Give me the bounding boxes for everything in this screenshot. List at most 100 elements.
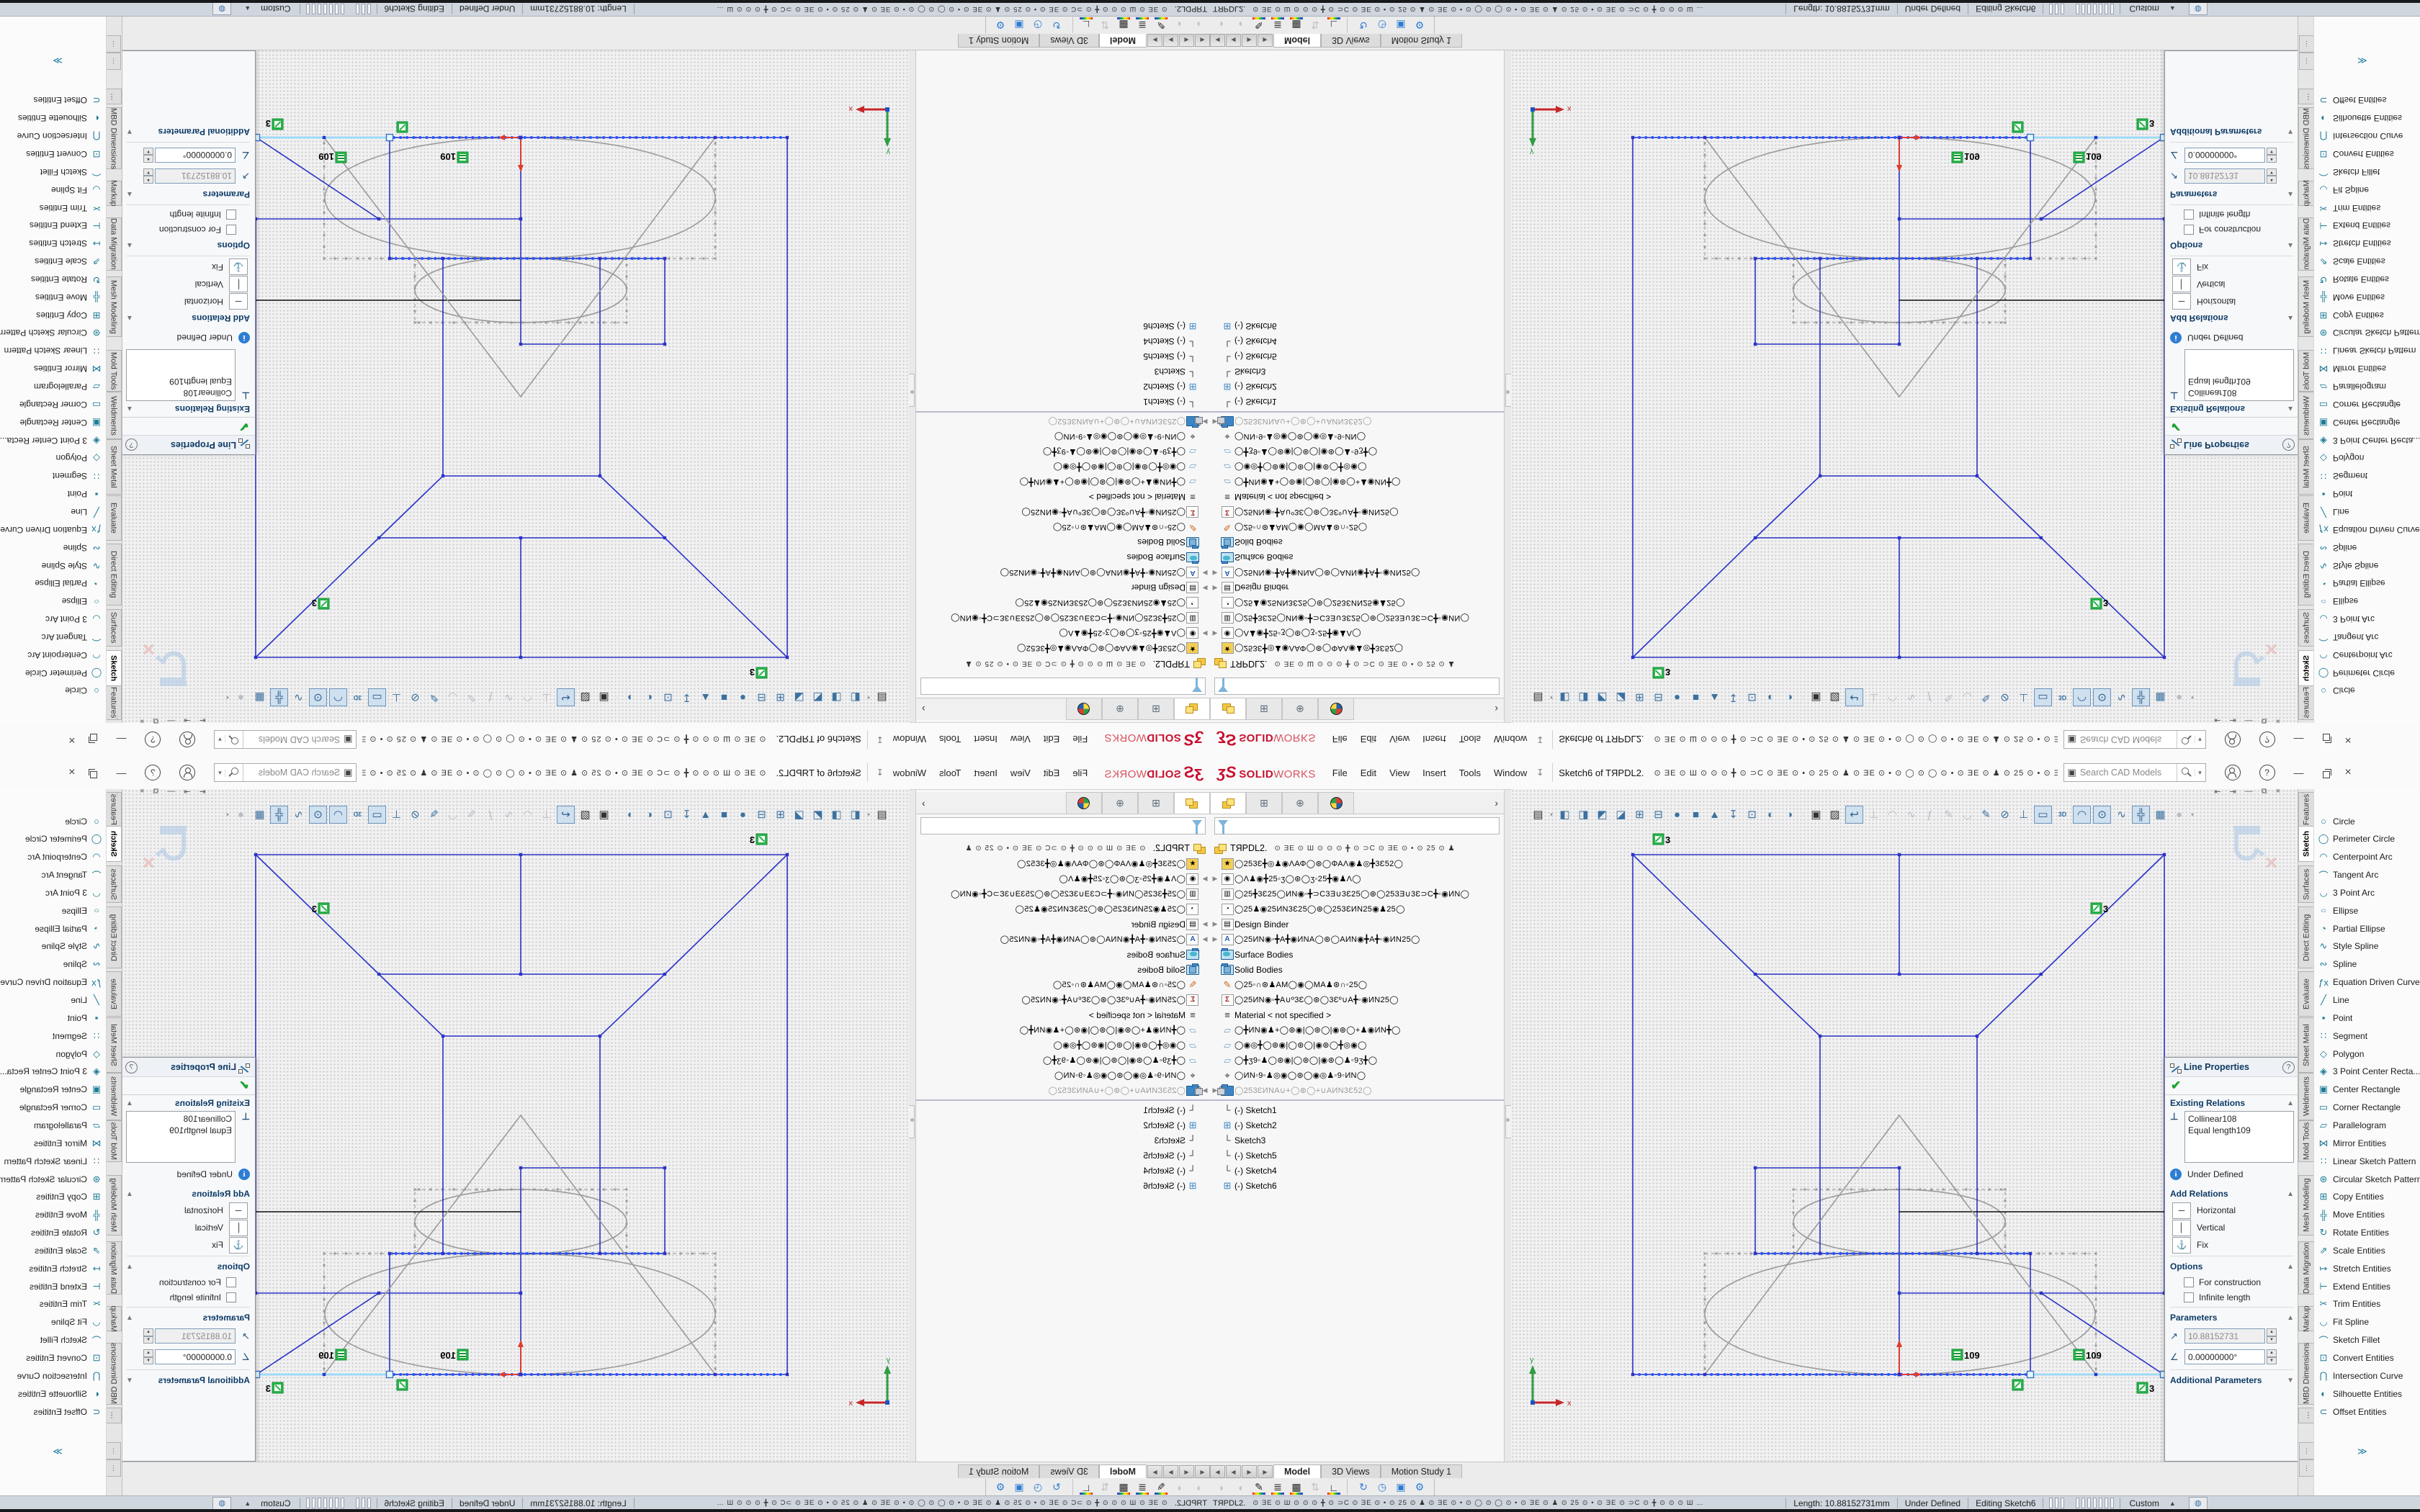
render-mode-icon[interactable]: ◍: [2189, 3, 2208, 16]
motion-icon-11[interactable]: ⚙: [1411, 1480, 1428, 1495]
tab-mbd-dimensions[interactable]: MBD Dimensions: [105, 1343, 122, 1405]
tool-perimeter-circle[interactable]: ◯Perimeter Circle: [2314, 831, 2420, 847]
motion-nav-0[interactable]: ◀: [1210, 1465, 1225, 1478]
tab-mesh-modeling[interactable]: Mesh Modeling: [2298, 1175, 2315, 1236]
expand-icon[interactable]: ▶: [1200, 935, 1210, 943]
spinner[interactable]: ▲▼: [143, 1349, 153, 1364]
relation-item[interactable]: Collinear108: [2188, 1113, 2290, 1125]
sketch-line-22[interactable]: [1705, 138, 1899, 397]
motion-icon-1[interactable]: ◖: [1232, 1480, 1249, 1495]
motion-icon-2[interactable]: ✎: [1250, 17, 1268, 32]
search-input[interactable]: ▣ Search CAD Models ▾: [2063, 730, 2206, 749]
spinner[interactable]: ▲▼: [2267, 1328, 2277, 1344]
tool-equation-driven-curve[interactable]: ƒxEquation Driven Curve: [0, 521, 106, 538]
motion-tab-motion-study-1[interactable]: Motion Study 1: [1381, 34, 1462, 48]
pin-icon[interactable]: ↧: [1536, 768, 1543, 778]
tree-item-charts[interactable]: ▥◯25╋3Ɛ25◯ИΝ◉◦╋⊃C3Ǝ∪3Ɛ25◯⊛◯253Ǝ∪3Ɛ⊃C╋◦◉И…: [916, 886, 1210, 901]
display-style-selector[interactable]: Custom ▲: [236, 1498, 300, 1508]
motion-icon-1[interactable]: ◖: [1171, 17, 1188, 32]
tool-three-point-arc[interactable]: ◡3 Point Arc: [0, 611, 106, 628]
motion-nav-3[interactable]: ▶: [1258, 1465, 1273, 1478]
display-style-selector[interactable]: Custom ▲: [2120, 1498, 2184, 1508]
relation-badge-pencil-0[interactable]: 3: [750, 834, 767, 845]
manager-tabs-overflow-icon[interactable]: ›: [1494, 703, 1498, 715]
relation-badge-eq-2[interactable]: 109: [440, 1349, 468, 1361]
tree-item-plane[interactable]: ▱◯╋ИΝ◉♟+◯⊛◉|◯⊛◯|◉⊛◯+♟◉ИΝ╋◯: [916, 474, 1210, 490]
motion-icon-0[interactable]: ◗: [1213, 17, 1230, 32]
menu-file[interactable]: File: [1066, 764, 1094, 782]
spinner[interactable]: ▲▼: [143, 148, 153, 163]
tool-parallelogram[interactable]: ▱Parallelogram: [0, 1117, 106, 1133]
menu-insert[interactable]: Insert: [967, 731, 1004, 749]
search-input[interactable]: ▣ Search CAD Models ▾: [214, 763, 357, 782]
motion-tab-motion-study-1[interactable]: Motion Study 1: [958, 1464, 1039, 1478]
tool-linear-sketch-pattern[interactable]: ∷Linear Sketch Pattern: [0, 343, 106, 359]
relation-badge-eq-3[interactable]: 109: [318, 1349, 346, 1361]
featuremanager-tab[interactable]: [1210, 792, 1246, 814]
search-icon[interactable]: [2177, 731, 2195, 748]
checkbox-infinite-length[interactable]: Infinite length: [121, 207, 255, 222]
propertymanager-tab[interactable]: ⊞: [1246, 698, 1282, 720]
tab-surfaces[interactable]: Surfaces: [2298, 865, 2315, 903]
ok-button[interactable]: ✔: [239, 1079, 249, 1093]
relation-badge-pencil-4[interactable]: [2012, 122, 2023, 132]
tree-item-annotations[interactable]: ▶A◯25ИΝ◉◦╋Α╋◉ИΝΑ◯⊛◯ΑИΝ◉╋Α╋◦◉ИΝ25◯: [1210, 932, 1504, 947]
menu-insert[interactable]: Insert: [1416, 731, 1453, 749]
tool-extend-entities[interactable]: ⊢Extend Entities: [0, 1278, 106, 1295]
tool-convert-entities[interactable]: ⊡Convert Entities: [0, 146, 106, 163]
tree-item-surface-bodies[interactable]: Surface Bodies: [1210, 550, 1504, 565]
motion-tab-3d-views[interactable]: 3D Views: [1039, 34, 1099, 48]
tree-rollback-divider[interactable]: [916, 411, 1210, 413]
tool-polygon[interactable]: ◇Polygon: [2314, 450, 2420, 467]
section-additional-parameters[interactable]: Additional Parameters ▼: [2165, 1372, 2299, 1388]
tool-move-entities[interactable]: ╬Move Entities: [0, 1207, 106, 1223]
tree-item-gauge[interactable]: ◔◯25♟◉25ИΝ3Ɛ25◯⊛◯253ƐИΝ25◉♟25◯: [1210, 901, 1504, 917]
tool-center-rectangle[interactable]: ▣Center Rectangle: [0, 414, 106, 431]
section-parameters[interactable]: Parameters ▲: [121, 186, 255, 202]
menu-window[interactable]: Window: [1487, 764, 1533, 782]
relation-badge-pencil-1[interactable]: 3: [2091, 903, 2108, 914]
tree-item-sketch[interactable]: └(-) Sketch4: [1210, 1163, 1504, 1178]
tree-item-origin[interactable]: ⌖◯ИΝ◦9◦♟◎◉◯⊛◯◉◎♟◦9◦ИΝ◯: [916, 1068, 1210, 1083]
tool-fit-spline[interactable]: ◡Fit Spline: [2314, 1314, 2420, 1331]
tool-sketch-fillet[interactable]: ⌒Sketch Fillet: [0, 1332, 106, 1349]
tab--[interactable]: …: [2298, 1408, 2315, 1423]
expand-icon[interactable]: ▶: [1200, 920, 1210, 928]
confirmation-corner[interactable]: ×: [127, 636, 192, 694]
menu-edit[interactable]: Edit: [1354, 764, 1383, 782]
motion-nav-2[interactable]: ▶: [1242, 1465, 1257, 1478]
propertymanager-tab[interactable]: ⊞: [1246, 792, 1282, 814]
tree-item-material[interactable]: ≡Material < not specified >: [916, 490, 1210, 505]
tool-rotate-entities[interactable]: ↻Rotate Entities: [0, 1225, 106, 1241]
tree-item-solid-bodies[interactable]: Solid Bodies: [916, 535, 1210, 550]
tool-move-entities[interactable]: ╬Move Entities: [0, 289, 106, 305]
tab--[interactable]: …: [105, 89, 122, 104]
tool-rotate-entities[interactable]: ↻Rotate Entities: [2314, 271, 2420, 287]
tree-rollback-divider[interactable]: [1210, 1099, 1504, 1101]
tab-surfaces[interactable]: Surfaces: [2298, 609, 2315, 647]
tab-mold-tools[interactable]: Mold Tools: [2298, 1120, 2315, 1162]
tool-offset-entities[interactable]: ⊂Offset Entities: [2314, 92, 2420, 109]
tool-copy-entities[interactable]: ⊞Copy Entities: [2314, 1189, 2420, 1205]
sketch-line-5[interactable]: [665, 855, 787, 974]
ok-button[interactable]: ✔: [239, 419, 249, 433]
tab-overflow-box-1[interactable]: ⋮: [106, 1459, 121, 1477]
fix-relation-button[interactable]: ⚓Fix: [2165, 258, 2299, 276]
horizontal-relation-button[interactable]: ─Horizontal: [121, 1202, 255, 1219]
tool-partial-ellipse[interactable]: ◔Partial Ellipse: [0, 920, 106, 937]
tool-linear-sketch-pattern[interactable]: ∷Linear Sketch Pattern: [2314, 343, 2420, 359]
motion-icon-0[interactable]: ◗: [1213, 1480, 1230, 1495]
tab-direct-editing[interactable]: Direct Editing: [2298, 906, 2315, 968]
tab-sheet-metal[interactable]: Sheet Metal: [105, 439, 122, 495]
motion-icon-5[interactable]: ⇅: [1096, 1480, 1113, 1495]
tool-segment[interactable]: ∷Segment: [2314, 468, 2420, 485]
tool-copy-entities[interactable]: ⊞Copy Entities: [0, 1189, 106, 1205]
tree-root-item[interactable]: TЯPDL2. ⊙ ƎE ⊙ Ш ⊙ ⊙ ⊙ ╋ ⊙ ⊃C ⊙ ƎE ⊙ • ⊙…: [1210, 656, 1504, 672]
cancel-sketch-icon[interactable]: ×: [2265, 851, 2278, 875]
motion-icon-10[interactable]: ▣: [1010, 1480, 1028, 1495]
tool-tangent-arc[interactable]: ⌒Tangent Arc: [2314, 629, 2420, 645]
tool-mirror-entities[interactable]: ⋈Mirror Entities: [2314, 361, 2420, 377]
motion-icon-2[interactable]: ✎: [1152, 1480, 1170, 1495]
tree-item-material[interactable]: ≡Material < not specified >: [1210, 1007, 1504, 1022]
commandmanager-grip-icon[interactable]: ⁞: [2302, 714, 2304, 720]
